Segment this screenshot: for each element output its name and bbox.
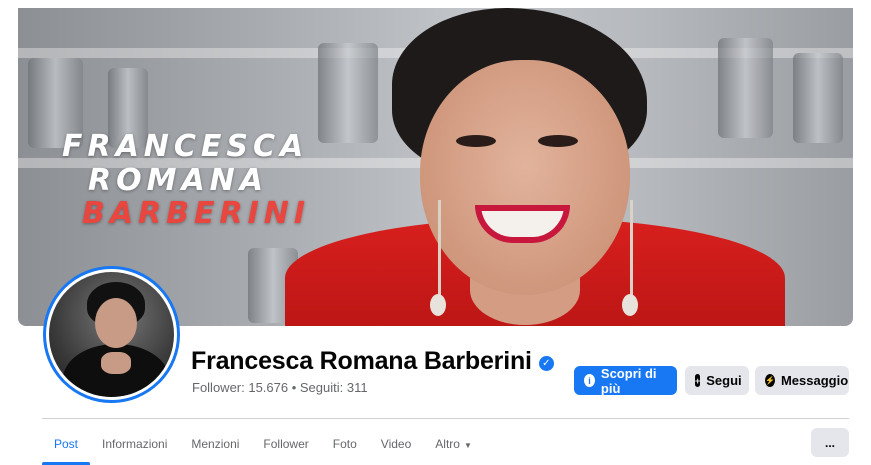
cover-portrait-earring: [622, 200, 644, 316]
page-title: Francesca Romana Barberini: [191, 347, 532, 375]
cover-pot: [318, 43, 378, 143]
message-label: Messaggio: [780, 373, 849, 388]
message-button[interactable]: ⚡ Messaggio: [755, 366, 849, 395]
follow-icon: +: [695, 374, 701, 387]
cover-title-line1: FRANCESCA: [62, 129, 309, 164]
tab-label: Menzioni: [191, 437, 240, 451]
profile-tabs: Post Informazioni Menzioni Follower Foto…: [42, 428, 484, 465]
cover-portrait-eye: [538, 135, 578, 147]
tab-menzioni[interactable]: Menzioni: [179, 428, 251, 465]
tab-foto[interactable]: Foto: [321, 428, 369, 465]
avatar-hand: [101, 352, 131, 374]
page-title-row: Francesca Romana Barberini ✓: [191, 347, 554, 376]
tab-label: Post: [54, 437, 79, 451]
avatar-face: [95, 298, 137, 348]
follow-button[interactable]: + Segui: [685, 366, 749, 395]
cover-portrait-eye: [456, 135, 496, 147]
more-options-button[interactable]: ...: [811, 428, 849, 457]
info-icon: i: [584, 374, 595, 387]
caret-down-icon: ▼: [463, 441, 472, 450]
tab-informazioni[interactable]: Informazioni: [90, 428, 179, 465]
tab-follower[interactable]: Follower: [251, 428, 320, 465]
profile-picture[interactable]: [43, 266, 180, 403]
cover-pot: [793, 53, 843, 143]
cover-title: FRANCESCA ROMANA BARBERINI: [62, 130, 310, 231]
tab-label: Video: [380, 437, 412, 451]
tab-label: Foto: [332, 437, 357, 451]
avatar: [49, 272, 174, 397]
follower-count[interactable]: Follower: 15.676 • Seguiti: 311: [192, 380, 368, 395]
cover-pot: [718, 38, 773, 138]
tab-label: Follower: [263, 437, 309, 451]
learn-more-label: Scopri di più: [600, 365, 657, 396]
tab-label: Informazioni: [102, 437, 168, 451]
divider: [42, 418, 849, 419]
verified-check-icon: ✓: [538, 356, 554, 371]
cover-portrait-earring: [430, 200, 452, 316]
cover-title-line2: ROMANA: [88, 162, 268, 198]
messenger-icon: ⚡: [765, 374, 775, 387]
tab-video[interactable]: Video: [369, 428, 423, 465]
follow-label: Segui: [706, 373, 742, 388]
cover-title-line3: BARBERINI: [82, 196, 311, 232]
learn-more-button[interactable]: i Scopri di più: [574, 365, 677, 396]
tab-label: Altro: [435, 437, 460, 451]
tab-post[interactable]: Post: [42, 428, 91, 465]
tab-altro[interactable]: Altro ▼: [423, 428, 484, 465]
